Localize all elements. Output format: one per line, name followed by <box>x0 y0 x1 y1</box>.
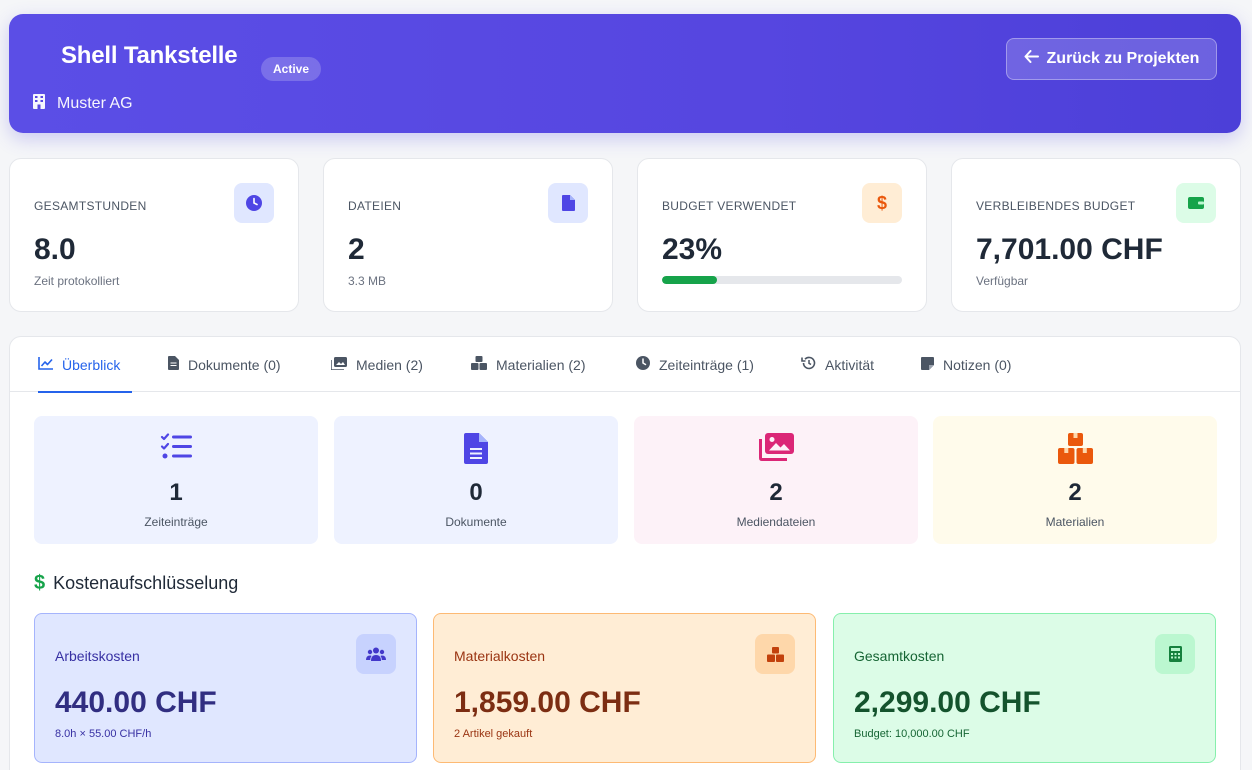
tab-label: Notizen (0) <box>943 356 1012 373</box>
users-icon <box>356 634 396 674</box>
building-icon <box>33 94 45 114</box>
wallet-icon <box>1176 183 1216 223</box>
arrow-left-icon <box>1024 50 1039 68</box>
stat-label: BUDGET VERWENDET <box>662 199 797 213</box>
dollar-icon: $ <box>34 572 46 594</box>
stat-label: DATEIEN <box>348 199 402 213</box>
summary-label: Materialien <box>1045 515 1105 529</box>
tab-overview[interactable]: Überblick <box>38 337 132 393</box>
cost-sub: 8.0h × 55.00 CHF/h <box>55 728 152 740</box>
cost-sub: Budget: 10,000.00 CHF <box>854 728 970 740</box>
clock-icon <box>234 183 274 223</box>
stat-card-total-hours: GESAMTSTUNDEN 8.0 Zeit protokolliert <box>9 158 299 312</box>
stat-sub: Verfügbar <box>976 274 1029 288</box>
stat-sub: 3.3 MB <box>348 274 387 288</box>
summary-label: Zeiteinträge <box>144 515 208 529</box>
cost-sub: 2 Artikel gekauft <box>454 728 533 740</box>
chart-line-icon <box>38 356 53 373</box>
stat-value: 2 <box>348 233 365 266</box>
history-icon <box>801 356 816 373</box>
stat-card-budget-used: BUDGET VERWENDET $ 23% <box>637 158 927 312</box>
cost-label: Arbeitskosten <box>55 648 140 664</box>
stat-value: 23% <box>662 233 723 266</box>
company-name: Muster AG <box>57 95 133 112</box>
summary-card-materials: 2 Materialien <box>933 416 1217 544</box>
summary-value: 0 <box>469 479 483 506</box>
tab-notes[interactable]: Notizen (0) <box>921 337 1011 392</box>
back-button-label: Zurück zu Projekten <box>1046 50 1200 67</box>
summary-value: 1 <box>169 479 183 506</box>
tab-label: Zeiteinträge (1) <box>659 356 754 373</box>
cost-label: Gesamtkosten <box>854 648 945 664</box>
cost-breakdown-heading: $ Kostenaufschlüsselung <box>34 572 238 595</box>
cost-value: 440.00 CHF <box>55 686 217 719</box>
tab-bar: Überblick Dokumente (0) Medien (2) Mater… <box>10 337 1240 393</box>
tasks-icon <box>34 433 318 460</box>
cost-card-total: Gesamtkosten 2,299.00 CHF Budget: 10,000… <box>833 613 1216 763</box>
tab-label: Materialien (2) <box>496 356 586 373</box>
dollar-icon: $ <box>862 183 902 223</box>
boxes-icon <box>471 356 487 373</box>
stat-card-remaining-budget: VERBLEIBENDES BUDGET 7,701.00 CHF Verfüg… <box>951 158 1241 312</box>
stat-sub: Zeit protokolliert <box>34 274 120 288</box>
project-title: Shell Tankstelle <box>61 42 238 69</box>
section-title-text: Kostenaufschlüsselung <box>53 573 239 593</box>
tab-label: Medien (2) <box>356 356 423 373</box>
file-icon <box>168 356 179 373</box>
boxes-icon <box>755 634 795 674</box>
status-badge: Active <box>261 57 322 81</box>
summary-label: Dokumente <box>445 515 507 529</box>
summary-value: 2 <box>769 479 783 506</box>
summary-value: 2 <box>1068 479 1082 506</box>
summary-card-documents: 0 Dokumente <box>334 416 618 544</box>
tab-media[interactable]: Medien (2) <box>330 337 423 392</box>
file-alt-icon <box>334 433 618 464</box>
cost-card-materials: Materialkosten 1,859.00 CHF 2 Artikel ge… <box>433 613 816 763</box>
stat-label: VERBLEIBENDES BUDGET <box>976 199 1136 213</box>
boxes-icon <box>933 433 1217 464</box>
cost-label: Materialkosten <box>454 648 546 664</box>
images-icon <box>330 356 347 373</box>
project-detail-panel: Überblick Dokumente (0) Medien (2) Mater… <box>9 336 1241 770</box>
tab-activity[interactable]: Aktivität <box>801 337 874 392</box>
cost-value: 2,299.00 CHF <box>854 686 1041 719</box>
project-header: Shell Tankstelle Active Muster AG Zurück… <box>9 14 1241 133</box>
tab-documents[interactable]: Dokumente (0) <box>168 337 281 392</box>
stat-value: 7,701.00 CHF <box>976 233 1163 266</box>
summary-card-media: 2 Mediendateien <box>634 416 918 544</box>
summary-label: Mediendateien <box>736 515 816 529</box>
file-icon <box>548 183 588 223</box>
stat-label: GESAMTSTUNDEN <box>34 199 147 213</box>
budget-progress-fill <box>662 276 718 284</box>
stat-value: 8.0 <box>34 233 76 266</box>
tab-label: Überblick <box>62 356 121 373</box>
clock-icon <box>636 356 650 373</box>
summary-card-time-entries: 1 Zeiteinträge <box>34 416 318 544</box>
tab-label: Dokumente (0) <box>188 356 281 373</box>
sticky-note-icon <box>921 356 934 373</box>
tab-label: Aktivität <box>825 356 875 373</box>
tab-time-entries[interactable]: Zeiteinträge (1) <box>636 337 754 392</box>
cost-value: 1,859.00 CHF <box>454 686 641 719</box>
company-row: Muster AG <box>33 94 133 114</box>
cost-card-labor: Arbeitskosten 440.00 CHF 8.0h × 55.00 CH… <box>34 613 417 763</box>
calculator-icon <box>1155 634 1195 674</box>
budget-progress-bar <box>662 276 902 284</box>
back-to-projects-button[interactable]: Zurück zu Projekten <box>1006 38 1217 80</box>
tab-materials[interactable]: Materialien (2) <box>471 337 585 392</box>
images-icon <box>634 433 918 461</box>
stat-card-files: DATEIEN 2 3.3 MB <box>323 158 613 312</box>
